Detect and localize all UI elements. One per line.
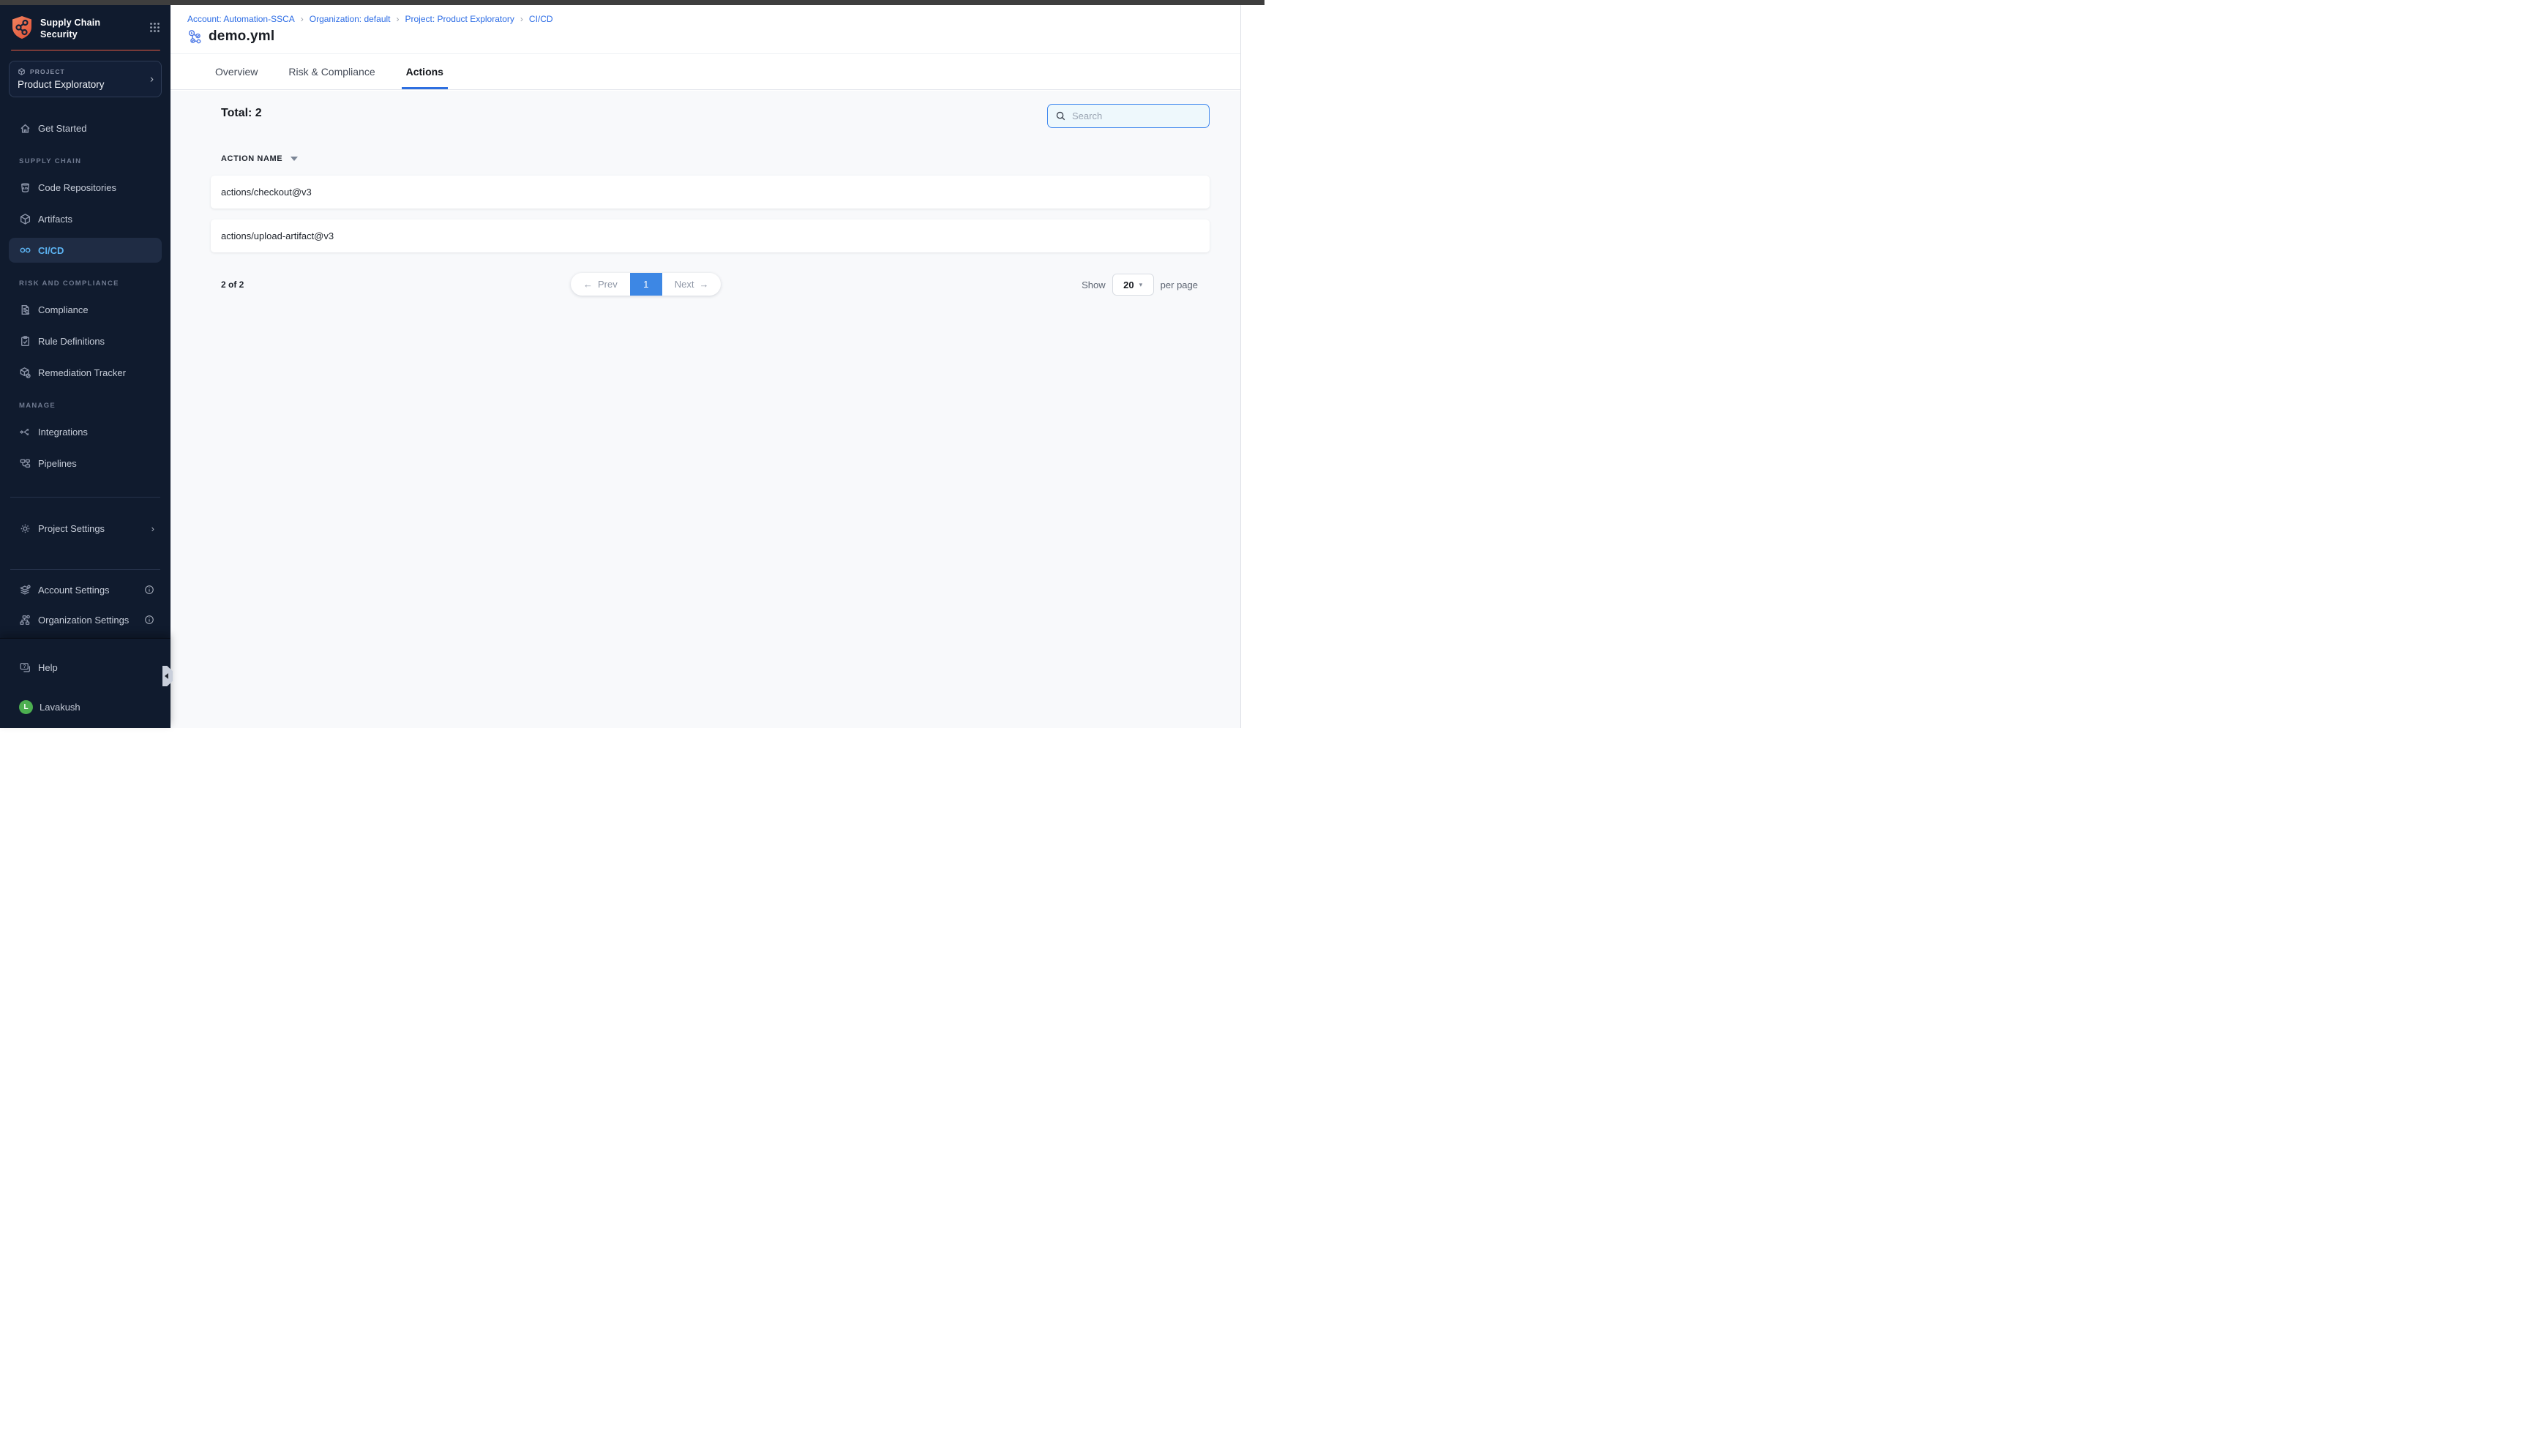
organization-settings-icon [19, 614, 31, 626]
brand-divider [11, 50, 160, 51]
account-settings-layers-icon [19, 584, 31, 596]
table-row[interactable]: actions/upload-artifact@v3 [211, 219, 1210, 252]
user-avatar: L [19, 700, 33, 714]
chevron-right-icon: › [150, 74, 154, 85]
search-icon [1055, 110, 1066, 121]
sidebar-item-cicd[interactable]: CI/CD [9, 238, 162, 263]
sidebar-divider [10, 569, 160, 570]
svg-text:?: ? [23, 664, 26, 669]
info-icon[interactable] [144, 615, 154, 625]
breadcrumb-separator: › [397, 14, 400, 24]
project-name: Product Exploratory [18, 79, 142, 90]
workflow-icon [187, 29, 203, 45]
sidebar-item-rule-definitions[interactable]: Rule Definitions [9, 329, 162, 353]
arrow-left-icon: ← [583, 279, 593, 290]
gear-icon [19, 522, 31, 535]
tab-bar: Overview Risk & Compliance Actions [171, 53, 1240, 90]
action-name: actions/upload-artifact@v3 [221, 230, 334, 241]
breadcrumb-separator: › [301, 14, 304, 24]
breadcrumb-organization[interactable]: Organization: default [310, 14, 391, 24]
per-page-label: per page [1161, 279, 1198, 290]
sidebar-item-remediation-tracker[interactable]: Remediation Tracker [9, 360, 162, 385]
section-risk-and-compliance: RISK AND COMPLIANCE [19, 279, 162, 288]
main-content: Total: 2 ACTION NAME actions/checkout@v3… [171, 91, 1240, 728]
project-selector[interactable]: PROJECT Product Exploratory › [9, 61, 162, 97]
pagination-range: 2 of 2 [221, 279, 244, 290]
breadcrumb-cicd[interactable]: CI/CD [529, 14, 553, 24]
app-switcher-grid-icon[interactable] [149, 22, 160, 33]
artifacts-cube-icon [19, 213, 31, 225]
compliance-document-icon [19, 304, 31, 316]
right-gutter [1240, 5, 1264, 728]
window-top-strip [0, 0, 1264, 5]
code-repositories-icon [19, 181, 31, 194]
sidebar-footer: ? Help L Lavakush [0, 638, 171, 728]
collapse-left-arrow-icon [165, 673, 168, 679]
sidebar-item-compliance[interactable]: Compliance [9, 297, 162, 322]
breadcrumb: Account: Automation-SSCA › Organization:… [187, 14, 1240, 24]
help-button[interactable]: ? Help [9, 656, 162, 678]
sidebar-item-integrations[interactable]: Integrations [9, 419, 162, 444]
tab-risk-compliance[interactable]: Risk & Compliance [284, 54, 379, 89]
search-input[interactable] [1072, 110, 1202, 121]
sort-descending-icon[interactable] [291, 157, 298, 161]
sidebar-item-pipelines[interactable]: Pipelines [9, 451, 162, 476]
sidebar-item-project-settings[interactable]: Project Settings › [9, 517, 162, 540]
sidebar-divider [10, 497, 160, 498]
breadcrumb-separator: › [520, 14, 523, 24]
project-label: PROJECT [30, 68, 65, 75]
page-size-control: Show 20 ▾ per page [1082, 274, 1198, 296]
sidebar-nav: Get Started SUPPLY CHAIN Code Repositori… [0, 116, 171, 482]
app-title: Supply Chain Security [40, 17, 100, 41]
sidebar-item-organization-settings[interactable]: Organization Settings [9, 608, 162, 631]
page-number-button[interactable]: 1 [630, 273, 662, 296]
sidebar-item-account-settings[interactable]: Account Settings [9, 578, 162, 601]
home-icon [19, 122, 31, 135]
pagination-row: 2 of 2 ← Prev 1 Next → Show 20 ▾ per pag… [211, 273, 1210, 296]
arrow-right-icon: → [699, 279, 708, 290]
info-icon[interactable] [144, 585, 154, 595]
next-page-button[interactable]: Next → [662, 273, 722, 296]
help-chat-icon: ? [19, 661, 31, 674]
cicd-infinity-icon [19, 244, 31, 257]
sidebar-item-get-started[interactable]: Get Started [9, 116, 162, 140]
section-supply-chain: SUPPLY CHAIN [19, 157, 162, 165]
breadcrumb-account[interactable]: Account: Automation-SSCA [187, 14, 295, 24]
column-header-action-name: ACTION NAME [221, 154, 1210, 163]
integrations-icon [19, 426, 31, 438]
breadcrumb-project[interactable]: Project: Product Exploratory [405, 14, 514, 24]
show-label: Show [1082, 279, 1106, 290]
logo-row: Supply Chain Security [0, 5, 171, 41]
table-row[interactable]: actions/checkout@v3 [211, 176, 1210, 209]
pager: ← Prev 1 Next → [571, 273, 721, 296]
remediation-tracker-icon [19, 367, 31, 379]
section-manage: MANAGE [19, 402, 162, 410]
chevron-right-icon: › [151, 523, 154, 534]
supply-chain-security-logo-icon [11, 15, 33, 40]
user-menu[interactable]: L Lavakush [9, 696, 162, 718]
action-name: actions/checkout@v3 [221, 187, 312, 198]
search-box [1047, 104, 1210, 128]
sidebar-item-code-repositories[interactable]: Code Repositories [9, 175, 162, 200]
tab-overview[interactable]: Overview [211, 54, 262, 89]
sidebar: Supply Chain Security PROJECT Product Ex… [0, 5, 171, 728]
rule-definitions-clipboard-icon [19, 335, 31, 348]
chevron-down-icon: ▾ [1139, 281, 1143, 289]
sidebar-item-artifacts[interactable]: Artifacts [9, 206, 162, 231]
page-size-select[interactable]: 20 ▾ [1112, 274, 1154, 296]
project-cube-icon [18, 67, 26, 76]
pipelines-icon [19, 457, 31, 470]
prev-page-button[interactable]: ← Prev [571, 273, 630, 296]
user-name: Lavakush [40, 702, 80, 713]
tab-actions[interactable]: Actions [402, 54, 448, 89]
page-title: demo.yml [209, 29, 274, 45]
page-header: Account: Automation-SSCA › Organization:… [171, 5, 1240, 53]
